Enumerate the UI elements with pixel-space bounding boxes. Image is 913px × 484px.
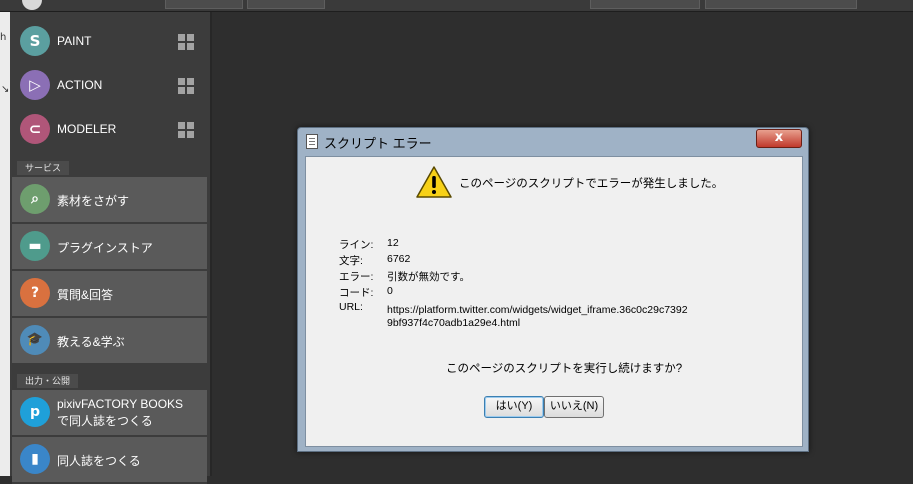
dialog-body: このページのスクリプトでエラーが発生しました。 ライン: 12 文字: 6762… bbox=[305, 156, 803, 447]
app-action-label: ACTION bbox=[57, 78, 103, 92]
continue-question: このページのスクリプトを実行し続けますか? bbox=[446, 363, 683, 375]
service-label: 質問&回答 bbox=[57, 288, 114, 302]
paint-icon: S bbox=[20, 26, 50, 56]
service-label: 素材をさがす bbox=[57, 194, 130, 208]
plugin-store-icon: ▬ bbox=[20, 231, 50, 261]
edge-text: h bbox=[0, 32, 7, 43]
service-teach-learn[interactable]: 🎓 教える&学ぶ bbox=[12, 318, 207, 365]
close-button[interactable]: x bbox=[756, 129, 802, 148]
field-value-url: https://platform.twitter.com/widgets/wid… bbox=[387, 304, 688, 316]
toolbar-button-1[interactable] bbox=[165, 0, 243, 9]
app-modeler[interactable]: ⊂ MODELER bbox=[12, 108, 207, 150]
app-action[interactable]: ▷ ACTION bbox=[12, 64, 207, 106]
field-label-error: エラー: bbox=[339, 271, 374, 283]
toolbar-button-3[interactable] bbox=[590, 0, 700, 9]
document-icon bbox=[306, 134, 318, 149]
app-paint-label: PAINT bbox=[57, 34, 92, 48]
question-icon: ? bbox=[20, 278, 50, 308]
service-plugin-store[interactable]: ▬ プラグインストア bbox=[12, 224, 207, 271]
graduation-cap-icon: 🎓 bbox=[20, 325, 50, 355]
paint-grid-icon[interactable] bbox=[178, 34, 194, 50]
publish-pixiv-factory[interactable]: p pixivFACTORY BOOKS で同人誌をつくる bbox=[12, 390, 207, 437]
field-value-line: 12 bbox=[387, 237, 399, 249]
service-label: プラグインストア bbox=[57, 241, 153, 255]
app-modeler-label: MODELER bbox=[57, 122, 117, 136]
modeler-icon: ⊂ bbox=[20, 114, 50, 144]
toolbar-button-4[interactable] bbox=[705, 0, 857, 9]
service-qa[interactable]: ? 質問&回答 bbox=[12, 271, 207, 318]
field-value-error: 引数が無効です。 bbox=[387, 271, 470, 283]
field-value-code: 0 bbox=[387, 285, 393, 297]
modeler-grid-icon[interactable] bbox=[178, 122, 194, 138]
action-grid-icon[interactable] bbox=[178, 78, 194, 94]
dialog-title: スクリプト エラー bbox=[324, 136, 432, 151]
publish-label: pixivFACTORY BOOKS で同人誌をつくる bbox=[57, 397, 184, 428]
error-message: このページのスクリプトでエラーが発生しました。 bbox=[459, 178, 724, 190]
action-icon: ▷ bbox=[20, 70, 50, 100]
warning-icon bbox=[416, 166, 452, 198]
search-material-icon: ⌕ bbox=[20, 184, 50, 214]
service-find-materials[interactable]: ⌕ 素材をさがす bbox=[12, 177, 207, 224]
yes-button[interactable]: はい(Y) bbox=[484, 396, 544, 418]
field-label-code: コード: bbox=[339, 287, 374, 299]
field-value-url-line2: 9bf937f4c70adb1a29e4.html bbox=[387, 317, 521, 329]
book-icon: ▮ bbox=[20, 444, 50, 474]
pixiv-icon: p bbox=[20, 397, 50, 427]
field-label-char: 文字: bbox=[339, 255, 363, 267]
script-error-dialog: スクリプト エラー x このページのスクリプトでエラーが発生しました。 ライン:… bbox=[297, 127, 809, 452]
section-publish: 出力・公開 bbox=[17, 374, 79, 388]
app-logo-icon bbox=[22, 0, 42, 10]
dialog-titlebar[interactable]: スクリプト エラー x bbox=[298, 128, 808, 154]
no-button[interactable]: いいえ(N) bbox=[544, 396, 604, 418]
left-window-edge: h ↘ bbox=[0, 12, 10, 476]
field-label-url: URL: bbox=[339, 301, 363, 313]
top-toolbar bbox=[0, 0, 913, 12]
publish-label: 同人誌をつくる bbox=[57, 454, 141, 468]
app-paint[interactable]: S PAINT bbox=[12, 20, 207, 62]
publish-doujinshi[interactable]: ▮ 同人誌をつくる bbox=[12, 437, 207, 484]
field-label-line: ライン: bbox=[339, 239, 374, 251]
service-label: 教える&学ぶ bbox=[57, 335, 125, 349]
section-services: サービス bbox=[17, 161, 70, 175]
toolbar-button-2[interactable] bbox=[247, 0, 325, 9]
edge-arrow-icon: ↘ bbox=[1, 84, 10, 95]
field-value-char: 6762 bbox=[387, 253, 411, 265]
